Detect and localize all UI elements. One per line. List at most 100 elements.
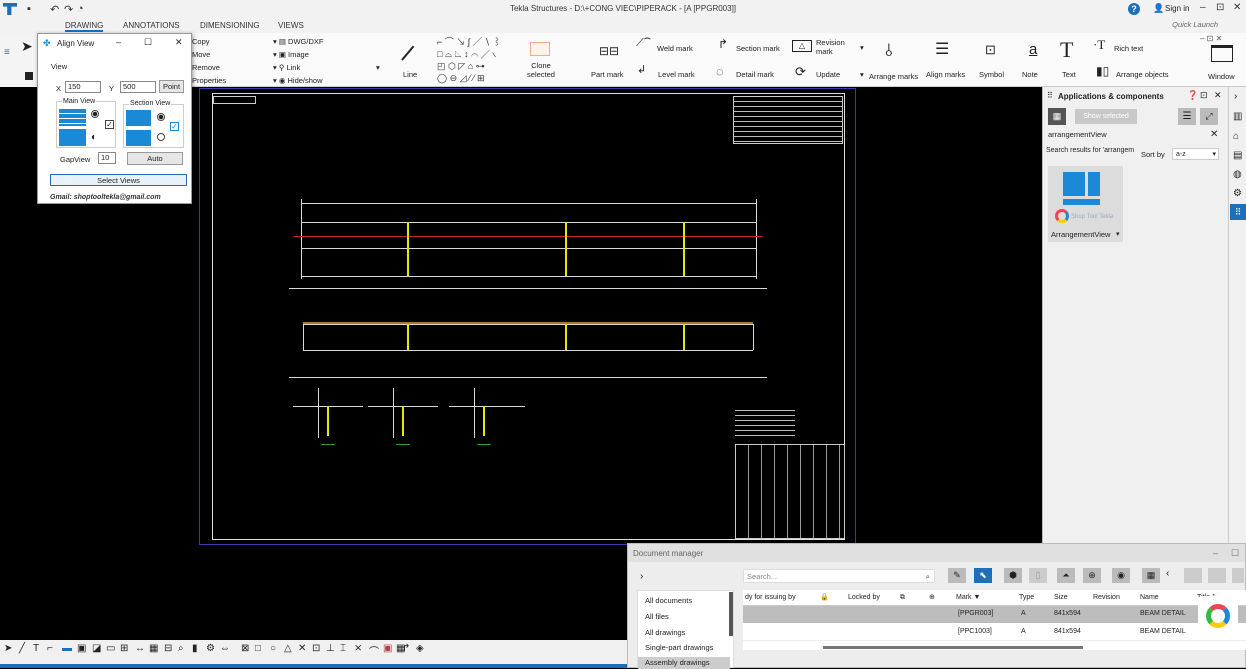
- arrange-objects-icon[interactable]: ▮▯: [1096, 65, 1109, 77]
- drawing-sheet[interactable]: [212, 93, 845, 540]
- revision-mark-button[interactable]: Revision mark: [816, 38, 845, 56]
- issue-icon[interactable]: ⏶: [1057, 568, 1075, 583]
- revision-mark-icon[interactable]: △: [792, 40, 812, 52]
- component-icon[interactable]: ⌂: [1233, 131, 1239, 142]
- expand-panel-icon[interactable]: ›: [1234, 91, 1237, 102]
- dialog-maximize-button[interactable]: ☐: [144, 37, 152, 48]
- apps-dock-icon[interactable]: ⊡: [1200, 90, 1208, 101]
- target-icon[interactable]: ⊕: [1083, 568, 1101, 583]
- tab-dimensioning[interactable]: DIMENSIONING: [200, 21, 260, 30]
- section-view-checkbox[interactable]: ✓: [170, 122, 179, 131]
- arrangement-view-tile[interactable]: Shop Tool Tekla ArrangementView ▾: [1048, 166, 1123, 242]
- section-view-radio-b[interactable]: [157, 133, 165, 141]
- apps-expand-button[interactable]: ⤢: [1200, 108, 1218, 125]
- tab-views[interactable]: VIEWS: [278, 21, 304, 30]
- hatch-tool-icon[interactable]: ⊞: [120, 643, 128, 654]
- nav-expand-icon[interactable]: ›: [640, 571, 643, 582]
- doc-search-input[interactable]: Search... ⌕: [743, 569, 935, 583]
- model-icon[interactable]: ⬢: [1004, 568, 1022, 583]
- link-tool-icon[interactable]: ⇔: [220, 643, 230, 654]
- ortho-icon[interactable]: ▣: [383, 643, 392, 654]
- quick-launch-input[interactable]: Quick Launch: [1132, 20, 1232, 32]
- apps-close-icon[interactable]: ✕: [1214, 90, 1222, 101]
- col-mark[interactable]: Mark ▼: [956, 590, 980, 606]
- main-view-option-b-icon[interactable]: [59, 129, 86, 146]
- lock-icon[interactable]: 🔒: [820, 590, 829, 606]
- circle-icon[interactable]: ○: [270, 643, 276, 654]
- rich-text-icon[interactable]: ·T: [1093, 38, 1105, 51]
- tab-drawing[interactable]: DRAWING: [65, 21, 104, 32]
- x-input[interactable]: 150: [65, 81, 101, 93]
- col-size[interactable]: Size: [1054, 590, 1068, 606]
- update-dropdown-icon[interactable]: ▾: [860, 70, 864, 79]
- lock-tool-icon[interactable]: ▮: [192, 643, 198, 654]
- eye-icon[interactable]: ◉: [1112, 568, 1130, 583]
- window-button[interactable]: Window: [1208, 72, 1235, 81]
- clear-search-icon[interactable]: ✕: [1210, 129, 1218, 140]
- globe-icon[interactable]: ◍: [1233, 169, 1242, 180]
- point-button[interactable]: Point: [159, 80, 184, 93]
- col-type[interactable]: Type: [1019, 590, 1034, 606]
- help-icon[interactable]: ?: [1128, 3, 1140, 15]
- nav-single-part-drawings[interactable]: Single-part drawings: [645, 643, 713, 652]
- gear-icon[interactable]: ⚙: [1233, 188, 1242, 199]
- tab-annotations[interactable]: ANNOTATIONS: [123, 21, 180, 30]
- text-tool-icon[interactable]: T: [33, 643, 39, 654]
- catalog-icon[interactable]: ▤: [1233, 150, 1242, 161]
- dim-tool-icon[interactable]: ⌐: [47, 643, 53, 654]
- clone-icon[interactable]: [530, 42, 550, 56]
- align-marks-button[interactable]: Align marks: [926, 70, 965, 79]
- grid-tool-icon[interactable]: ▦: [149, 643, 158, 654]
- intersection-icon[interactable]: ⨯: [354, 643, 362, 654]
- snap-square-icon[interactable]: ⊠: [241, 643, 249, 654]
- rect-tool-icon[interactable]: ▣: [77, 643, 86, 654]
- update-button[interactable]: Update: [816, 70, 840, 79]
- text-button[interactable]: Text: [1062, 70, 1076, 79]
- target-icon[interactable]: ⊕: [929, 590, 935, 606]
- sort-select[interactable]: a-z ▾: [1172, 148, 1219, 160]
- main-view-option-a-icon[interactable]: [59, 109, 86, 126]
- arrange-marks-button[interactable]: Arrange marks: [869, 72, 918, 81]
- note-icon[interactable]: a: [1029, 42, 1037, 57]
- apps-help-icon[interactable]: ❓: [1187, 90, 1198, 101]
- square-icon[interactable]: □: [255, 643, 261, 654]
- arrange-marks-icon[interactable]: ⫰: [885, 42, 892, 59]
- edit-pencil-icon[interactable]: ✎: [948, 568, 966, 583]
- zoom-tool-icon[interactable]: ⌕: [178, 643, 184, 654]
- marks-dropdown-icon[interactable]: ▾: [860, 43, 864, 52]
- frame-tool-icon[interactable]: ▭: [106, 643, 115, 654]
- weld-mark-button[interactable]: Weld mark: [657, 44, 693, 53]
- auto-button[interactable]: Auto: [127, 152, 183, 165]
- endpoint-icon[interactable]: ⌶: [340, 643, 346, 654]
- line-tool-icon[interactable]: ╱: [19, 643, 25, 654]
- note-button[interactable]: Note: [1022, 70, 1038, 79]
- side-menu-icon[interactable]: ≡: [4, 47, 10, 58]
- chevron-left-icon[interactable]: ‹: [1166, 568, 1169, 579]
- midpoint-icon[interactable]: ⊡: [312, 643, 320, 654]
- sign-in-link[interactable]: Sign in: [1165, 4, 1189, 13]
- block-icon[interactable]: [25, 72, 33, 80]
- applications-icon[interactable]: ⠿: [1230, 204, 1246, 220]
- nav-all-drawings[interactable]: All drawings: [645, 628, 685, 637]
- ribbon-window-controls[interactable]: – ⊡ ✕: [1200, 34, 1222, 43]
- grid-view-icon[interactable]: ▦: [1142, 568, 1160, 583]
- user-icon[interactable]: 👤: [1153, 3, 1164, 14]
- detail-mark-icon[interactable]: ◌: [716, 65, 724, 78]
- apps-list-view-button[interactable]: ☰: [1178, 108, 1196, 125]
- snap-tool-icon[interactable]: ◪: [92, 643, 101, 654]
- import-dropdown-icon[interactable]: ▾: [376, 63, 380, 72]
- gapview-input[interactable]: 10: [98, 152, 116, 164]
- detail-mark-button[interactable]: Detail mark: [736, 70, 774, 79]
- main-view-checkbox[interactable]: ✓: [105, 120, 114, 129]
- stretch-tool-icon[interactable]: ↔: [135, 643, 145, 654]
- view-icon[interactable]: ◈: [416, 643, 424, 654]
- dialog-close-button[interactable]: ✕: [175, 37, 183, 48]
- fill-tool-icon[interactable]: ▬: [62, 643, 72, 654]
- nav-scrollbar[interactable]: [729, 592, 733, 636]
- line-button[interactable]: Line: [403, 70, 417, 79]
- copy-button[interactable]: Copy: [192, 37, 210, 46]
- minimize-button[interactable]: –: [1200, 2, 1206, 13]
- perpendicular-icon[interactable]: ⊥: [326, 643, 335, 654]
- shapes-row-2-icon[interactable]: □ ⌓ ◺ ↕ ⌒ ╱ ∖: [437, 48, 512, 60]
- col-name[interactable]: Name: [1140, 590, 1159, 606]
